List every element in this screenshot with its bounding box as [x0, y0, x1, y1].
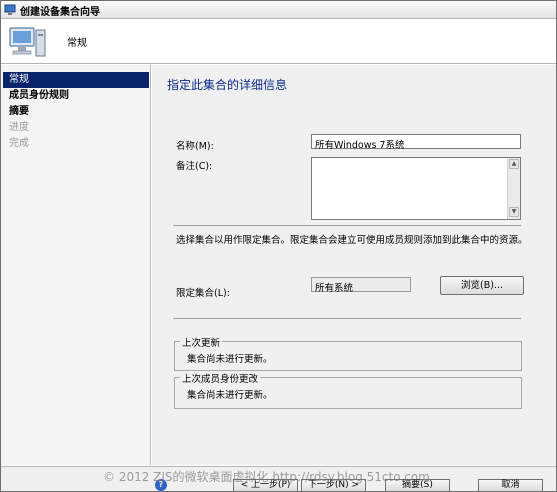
last-membership-title: 上次成员身份更改 [180, 371, 261, 385]
cancel-button[interactable]: 取消 [478, 479, 543, 492]
title-bar[interactable]: 创建设备集合向导 [1, 1, 556, 19]
name-input[interactable]: 所有Windows 7系统 [311, 134, 521, 151]
last-update-text: 集合尚未进行更新。 [187, 354, 273, 365]
last-membership-group: 上次成员身份更改 集合尚未进行更新。 [174, 371, 522, 409]
window-title: 创建设备集合向导 [20, 7, 100, 18]
step-membership-rules[interactable]: 成员身份规则 [3, 88, 149, 104]
step-progress: 进度 [9, 122, 29, 133]
divider [173, 225, 521, 226]
wizard-window: 创建设备集合向导 常规 常规 成员身份规则 摘要 进度 完成 指定此集合的详细信… [0, 0, 557, 492]
last-update-title: 上次更新 [180, 335, 223, 349]
limiting-description: 选择集合以用作限定集合。限定集合会建立可使用成员规则添加到此集合中的资源。 [176, 235, 528, 246]
last-membership-text: 集合尚未进行更新。 [187, 390, 273, 401]
comment-label: 备注(C): [176, 161, 213, 172]
watermark-text: © 2012 ZJS的微软桌面虚拟化 http://rdsy.blog.51ct… [103, 470, 430, 484]
step-summary[interactable]: 摘要 [3, 104, 149, 120]
wizard-steps-sidebar: 常规 成员身份规则 摘要 进度 完成 [1, 65, 151, 465]
scroll-down-icon[interactable]: ▼ [509, 207, 519, 217]
wizard-header: 常规 [1, 20, 556, 64]
computer-icon [9, 27, 46, 57]
comment-textarea[interactable]: ▲ ▼ [311, 157, 521, 220]
section-title: 指定此集合的详细信息 [167, 78, 288, 92]
limiting-collection-label: 限定集合(L): [176, 288, 230, 299]
comment-scrollbar[interactable]: ▲ ▼ [507, 158, 520, 219]
step-completion: 完成 [9, 138, 29, 149]
name-label: 名称(M): [176, 141, 214, 152]
app-icon [4, 4, 16, 15]
page-title: 常规 [67, 38, 87, 49]
step-general[interactable]: 常规 [3, 72, 149, 88]
browse-button[interactable]: 浏览(B)... [440, 276, 524, 295]
limiting-collection-field: 所有系统 [311, 277, 411, 294]
wizard-content: 指定此集合的详细信息 名称(M): 所有Windows 7系统 备注(C): ▲… [152, 65, 556, 465]
scroll-up-icon[interactable]: ▲ [509, 159, 519, 169]
last-update-group: 上次更新 集合尚未进行更新。 [174, 335, 522, 371]
divider [173, 318, 521, 319]
